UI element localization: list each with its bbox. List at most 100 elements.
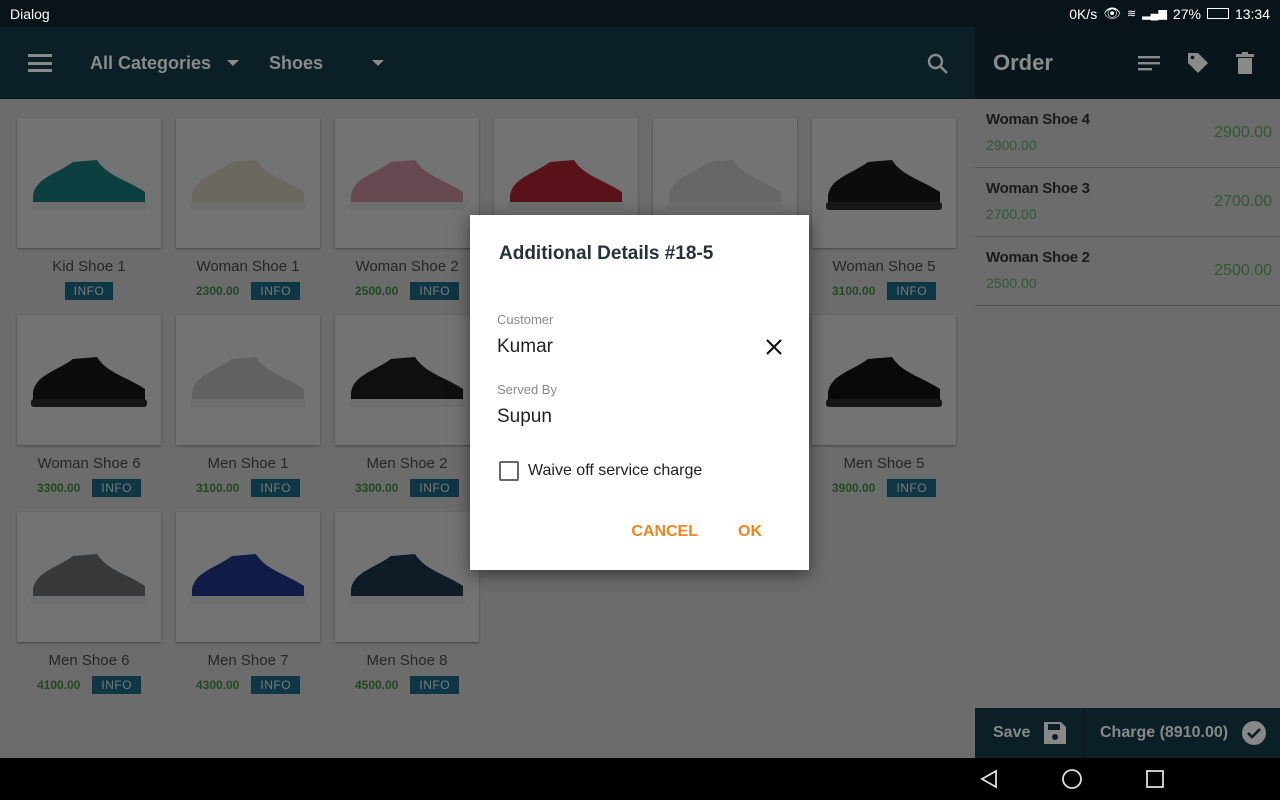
product-price: 3100.00 — [195, 481, 240, 495]
order-item-total: 2500.00 — [1214, 262, 1272, 279]
info-button[interactable]: INFO — [887, 479, 937, 497]
checkbox-icon[interactable] — [499, 461, 519, 481]
product-image — [17, 315, 161, 445]
product-card[interactable]: Men Shoe 8 4500.00 INFO — [335, 512, 479, 694]
dialog-title: Additional Details #18-5 — [499, 243, 714, 264]
product-image — [176, 315, 320, 445]
home-icon[interactable] — [1061, 768, 1083, 790]
info-button[interactable]: INFO — [410, 282, 460, 300]
order-item[interactable]: Woman Shoe 4 2900.00 2900.00 — [975, 99, 1280, 168]
save-icon — [1044, 722, 1067, 744]
ok-button[interactable]: OK — [738, 523, 762, 541]
customer-field[interactable]: Kumar — [497, 327, 782, 358]
waive-label: Waive off service charge — [528, 462, 703, 479]
product-price: 3300.00 — [36, 481, 81, 495]
product-image — [812, 315, 956, 445]
product-name: Woman Shoe 6 — [37, 455, 141, 472]
product-card[interactable]: Men Shoe 2 3300.00 INFO — [335, 315, 479, 497]
product-image — [17, 512, 161, 642]
customer-label: Customer — [497, 312, 554, 327]
product-image — [335, 512, 479, 642]
close-icon[interactable] — [766, 339, 782, 355]
check-circle-icon — [1242, 721, 1267, 745]
tag-icon[interactable] — [1186, 51, 1210, 75]
back-icon[interactable] — [979, 769, 999, 789]
product-card[interactable]: Men Shoe 5 3900.00 INFO — [812, 315, 956, 497]
product-price: 2300.00 — [195, 284, 240, 298]
product-name: Men Shoe 2 — [366, 455, 448, 472]
product-name: Woman Shoe 1 — [196, 258, 300, 275]
battery-icon — [1206, 8, 1229, 19]
product-card[interactable]: Men Shoe 6 4100.00 INFO — [17, 512, 161, 694]
save-button[interactable]: Save — [975, 708, 1085, 758]
subcategory-value: Shoes — [269, 52, 324, 73]
order-item-total: 2900.00 — [1214, 124, 1272, 141]
product-price: 3900.00 — [831, 481, 876, 495]
subcategory-dropdown[interactable]: Shoes — [269, 52, 385, 74]
info-button[interactable]: INFO — [64, 282, 114, 300]
product-image — [176, 118, 320, 248]
info-button[interactable]: INFO — [251, 479, 301, 497]
product-price: 3100.00 — [831, 284, 876, 298]
product-price: 4100.00 — [36, 678, 81, 692]
product-name: Men Shoe 1 — [207, 455, 289, 472]
product-card[interactable]: Men Shoe 7 4300.00 INFO — [176, 512, 320, 694]
product-name: Kid Shoe 1 — [52, 258, 126, 275]
trash-icon[interactable] — [1236, 52, 1254, 74]
served-by-label: Served By — [497, 382, 557, 397]
chevron-down-icon — [372, 60, 385, 66]
additional-details-dialog: Additional Details #18-5 Customer Kumar … — [470, 215, 809, 570]
product-price: 4500.00 — [354, 678, 399, 692]
order-panel: Order Woman Shoe 4 2900.00 2900.00 Woman Sh… — [975, 27, 1280, 758]
category-dropdown[interactable]: All Categories — [90, 52, 240, 74]
waive-service-charge-checkbox[interactable]: Waive off service charge — [497, 461, 782, 481]
product-card[interactable]: Kid Shoe 1 INFO — [17, 118, 161, 300]
info-button[interactable]: INFO — [887, 282, 937, 300]
product-name: Men Shoe 6 — [48, 652, 130, 669]
product-card[interactable]: Men Shoe 1 3100.00 INFO — [176, 315, 320, 497]
order-item[interactable]: Woman Shoe 2 2500.00 2500.00 — [975, 237, 1280, 306]
product-image — [335, 315, 479, 445]
product-image — [812, 118, 956, 248]
product-name: Woman Shoe 2 — [355, 258, 459, 275]
info-button[interactable]: INFO — [92, 479, 142, 497]
product-card[interactable]: Woman Shoe 5 3100.00 INFO — [812, 118, 956, 300]
eye-icon: 👁 — [1103, 5, 1121, 21]
product-name: Men Shoe 5 — [843, 455, 925, 472]
clock: 13:34 — [1234, 5, 1270, 22]
signal-icon: ▂▄▆ — [1142, 8, 1167, 20]
order-actions: Save Charge (8910.00) — [975, 708, 1280, 758]
product-price: 3300.00 — [354, 481, 399, 495]
product-image — [176, 512, 320, 642]
wifi-icon: ≋ — [1126, 8, 1137, 20]
save-label: Save — [993, 724, 1031, 741]
product-price: 2500.00 — [354, 284, 399, 298]
served-by-value[interactable]: Supun — [497, 406, 782, 428]
product-name: Men Shoe 7 — [207, 652, 289, 669]
order-item[interactable]: Woman Shoe 3 2700.00 2700.00 — [975, 168, 1280, 237]
info-button[interactable]: INFO — [410, 676, 460, 694]
category-value: All Categories — [90, 52, 212, 73]
status-bar: Dialog 0K/s 👁 ≋ ▂▄▆ 27% 13:34 — [0, 0, 1280, 27]
cancel-button[interactable]: CANCEL — [631, 523, 698, 541]
product-price: 4300.00 — [195, 678, 240, 692]
order-header: Order — [975, 27, 1280, 99]
order-item-total: 2700.00 — [1214, 193, 1272, 210]
product-card[interactable]: Woman Shoe 2 2500.00 INFO — [335, 118, 479, 300]
android-nav-bar — [0, 758, 1280, 800]
info-button[interactable]: INFO — [92, 676, 142, 694]
search-icon[interactable] — [927, 53, 949, 75]
product-name: Men Shoe 8 — [366, 652, 448, 669]
charge-button[interactable]: Charge (8910.00) — [1085, 708, 1280, 758]
info-button[interactable]: INFO — [410, 479, 460, 497]
recents-icon[interactable] — [1145, 769, 1165, 789]
product-card[interactable]: Woman Shoe 6 3300.00 INFO — [17, 315, 161, 497]
product-card[interactable]: Woman Shoe 1 2300.00 INFO — [176, 118, 320, 300]
notes-icon[interactable] — [1138, 55, 1160, 71]
charge-label: Charge (8910.00) — [1100, 724, 1229, 741]
menu-icon[interactable] — [28, 54, 52, 72]
order-title: Order — [993, 50, 1053, 75]
info-button[interactable]: INFO — [251, 282, 301, 300]
product-image — [17, 118, 161, 248]
info-button[interactable]: INFO — [251, 676, 301, 694]
